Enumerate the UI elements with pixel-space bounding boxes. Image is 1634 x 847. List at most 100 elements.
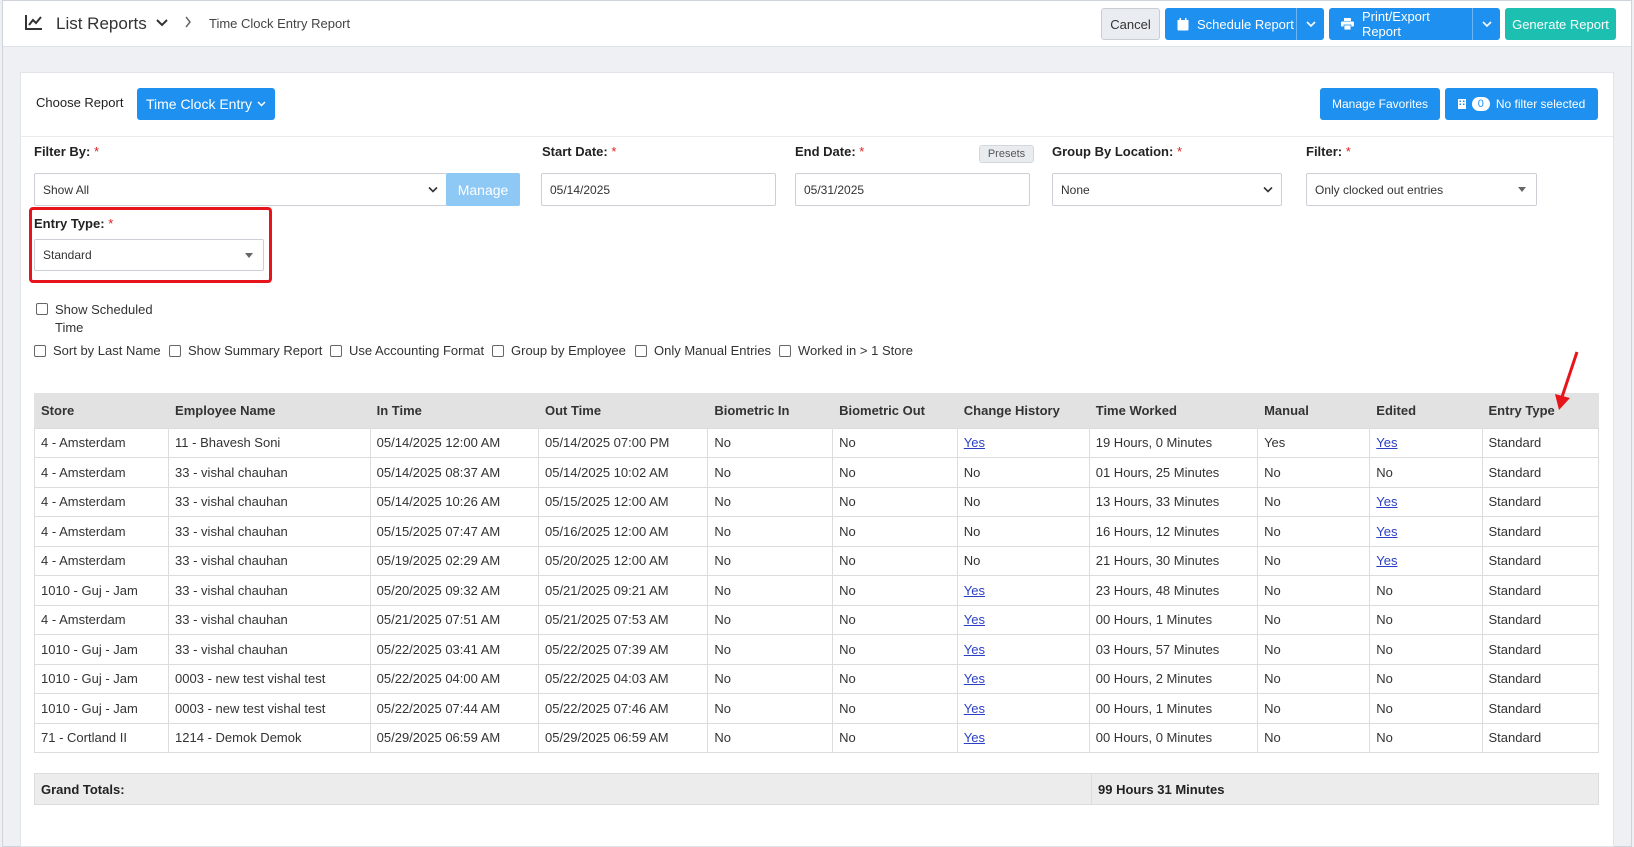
table-cell: Standard — [1481, 486, 1600, 517]
filter-label: Filter: * — [1306, 144, 1351, 159]
schedule-dropdown-toggle[interactable] — [1296, 8, 1324, 40]
checkbox[interactable] — [330, 345, 342, 357]
table-cell: 00 Hours, 0 Minutes — [1088, 722, 1259, 753]
option-show-summary-report[interactable]: Show Summary Report — [169, 343, 322, 358]
table-cell: No — [832, 604, 958, 635]
yes-link[interactable]: Yes — [1376, 553, 1397, 568]
option-show-scheduled-time[interactable]: Show Scheduled Time — [36, 301, 166, 337]
table-cell: 05/15/2025 07:47 AM — [369, 516, 539, 547]
selected-report: Time Clock Entry — [145, 96, 253, 112]
table-cell: 05/16/2025 12:00 AM — [537, 516, 709, 547]
table-cell: 05/22/2025 07:44 AM — [369, 693, 539, 724]
table-row: 1010 - Guj - Jam 0003 - new test vishal t… — [33, 663, 1600, 694]
table-cell: Standard — [1481, 722, 1600, 753]
table-cell: No — [956, 457, 1090, 488]
group-by-location-select[interactable]: None — [1052, 173, 1282, 206]
column-header: Time Worked — [1088, 393, 1258, 428]
page-title[interactable]: List Reports — [56, 14, 147, 34]
table-cell: No — [1369, 634, 1483, 665]
generate-report-button[interactable]: Generate Report — [1505, 8, 1616, 40]
table-cell: No — [832, 634, 958, 665]
table-row: 1010 - Guj - Jam 33 - vishal chauhan 05/20… — [33, 575, 1600, 606]
option-label: Sort by Last Name — [53, 343, 161, 358]
chevron-right-icon — [185, 16, 191, 28]
filter-select[interactable]: Only clocked out entries — [1306, 173, 1537, 206]
table-cell: No — [832, 486, 958, 517]
filter-selection-button[interactable]: 0 No filter selected — [1445, 88, 1598, 120]
table-cell: No — [832, 575, 958, 606]
table-cell: 11 - Bhavesh Soni — [168, 427, 371, 458]
yes-link[interactable]: Yes — [964, 671, 985, 686]
checkbox[interactable] — [635, 345, 647, 357]
yes-link[interactable]: Yes — [964, 701, 985, 716]
table-cell: No — [707, 663, 834, 694]
table-cell: 33 - vishal chauhan — [168, 575, 371, 606]
table-cell: 05/22/2025 03:41 AM — [369, 634, 539, 665]
table-cell: No — [1369, 575, 1483, 606]
table-cell: 05/15/2025 12:00 AM — [537, 486, 709, 517]
yes-link[interactable]: Yes — [964, 435, 985, 450]
option-label: Worked in > 1 Store — [798, 343, 914, 358]
schedule-report-button[interactable]: Schedule Report — [1165, 8, 1324, 40]
table-cell: 0003 - new test vishal test — [168, 663, 371, 694]
option-use-accounting-format[interactable]: Use Accounting Format — [330, 343, 484, 358]
checkbox[interactable] — [779, 345, 791, 357]
option-sort-by-last-name[interactable]: Sort by Last Name — [34, 343, 161, 358]
presets-button[interactable]: Presets — [979, 145, 1034, 163]
chart-line-icon — [25, 15, 42, 30]
yes-link[interactable]: Yes — [1376, 524, 1397, 539]
table-cell: No — [707, 575, 834, 606]
grand-totals-value: 99 Hours 31 Minutes — [1091, 774, 1224, 804]
chevron-down-icon[interactable] — [156, 18, 168, 28]
table-cell: 05/20/2025 12:00 AM — [537, 545, 709, 576]
option-worked-in-multiple-stores[interactable]: Worked in > 1 Store — [779, 343, 913, 358]
end-date-label: End Date: * — [795, 144, 865, 159]
grand-totals-label: Grand Totals: — [41, 782, 125, 797]
table-cell: 4 - Amsterdam — [33, 457, 170, 488]
option-only-manual-entries[interactable]: Only Manual Entries — [635, 343, 771, 358]
yes-link[interactable]: Yes — [964, 612, 985, 627]
table-cell: Yes — [1369, 516, 1483, 547]
schedule-report-label: Schedule Report — [1197, 16, 1294, 32]
table-header-row: Store Employee Name In Time Out Time Biometr… — [33, 393, 1599, 428]
top-bar: List Reports Time Clock Entry Report Can… — [3, 1, 1631, 47]
table-cell: Yes — [956, 427, 1090, 458]
yes-link[interactable]: Yes — [964, 583, 985, 598]
checkbox[interactable] — [36, 303, 48, 315]
column-header: Edited — [1369, 393, 1483, 428]
table-cell: No — [832, 516, 958, 547]
table-cell: Standard — [1481, 545, 1600, 576]
end-date-input[interactable]: 05/31/2025 — [795, 173, 1030, 206]
option-group-by-employee[interactable]: Group by Employee — [492, 343, 626, 358]
column-header: In Time — [369, 393, 539, 428]
table-cell: 71 - Cortland II — [33, 722, 170, 753]
table-cell: 03 Hours, 57 Minutes — [1088, 634, 1259, 665]
table-cell: 01 Hours, 25 Minutes — [1088, 457, 1259, 488]
manage-favorites-button[interactable]: Manage Favorites — [1320, 88, 1440, 120]
table-cell: No — [1257, 516, 1371, 547]
yes-link[interactable]: Yes — [964, 730, 985, 745]
table-cell: No — [1257, 457, 1371, 488]
manage-button[interactable]: Manage — [446, 173, 520, 206]
checkbox[interactable] — [34, 345, 46, 357]
yes-link[interactable]: Yes — [964, 642, 985, 657]
table-cell: No — [1257, 545, 1371, 576]
table-cell: No — [1257, 693, 1371, 724]
table-cell: Yes — [956, 693, 1090, 724]
print-export-button[interactable]: Print/Export Report — [1329, 8, 1500, 40]
table-cell: 33 - vishal chauhan — [168, 545, 371, 576]
start-date-input[interactable]: 05/14/2025 — [541, 173, 776, 206]
entry-type-select[interactable]: Standard — [34, 239, 264, 271]
table-row: 4 - Amsterdam 33 - vishal chauhan 05/21/20… — [33, 604, 1600, 635]
yes-link[interactable]: Yes — [1376, 435, 1397, 450]
filter-by-select[interactable]: Show All — [34, 173, 447, 206]
yes-link[interactable]: Yes — [1376, 494, 1397, 509]
table-cell: No — [1369, 457, 1483, 488]
checkbox[interactable] — [169, 345, 181, 357]
cancel-button[interactable]: Cancel — [1101, 8, 1160, 40]
table-cell: 05/22/2025 04:00 AM — [369, 663, 539, 694]
choose-report-dropdown[interactable]: Time Clock Entry — [137, 88, 275, 120]
report-panel: Choose Report Time Clock Entry Manage Fa… — [20, 72, 1614, 847]
print-dropdown-toggle[interactable] — [1472, 8, 1500, 40]
checkbox[interactable] — [492, 345, 504, 357]
